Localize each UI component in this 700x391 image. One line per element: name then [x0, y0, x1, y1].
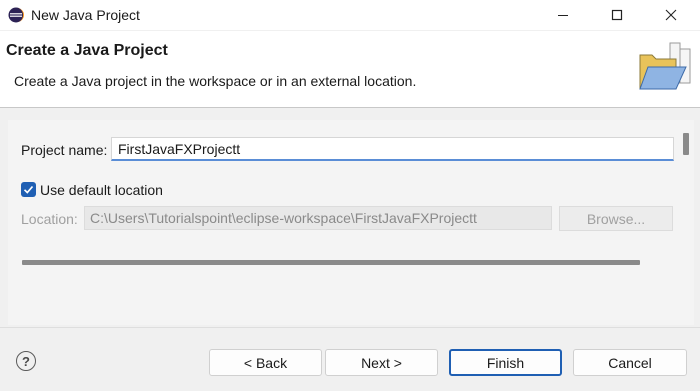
window-title: New Java Project: [31, 7, 140, 23]
minimize-icon: [558, 15, 568, 16]
vertical-scrollbar[interactable]: [683, 133, 689, 155]
checkmark-icon: [23, 185, 34, 194]
use-default-location-label[interactable]: Use default location: [40, 182, 163, 198]
project-name-input[interactable]: [111, 137, 674, 161]
cancel-button[interactable]: Cancel: [573, 349, 687, 376]
minimize-button[interactable]: [540, 0, 586, 30]
close-button[interactable]: [648, 0, 694, 30]
new-java-project-folder-icon: [639, 42, 691, 90]
page-description: Create a Java project in the workspace o…: [14, 73, 417, 89]
location-field: C:\Users\Tutorialspoint\eclipse-workspac…: [84, 206, 552, 230]
use-default-location-checkbox[interactable]: [21, 182, 36, 197]
maximize-icon: [611, 9, 623, 21]
horizontal-scrollbar-thumb[interactable]: [22, 260, 640, 265]
title-bar: New Java Project: [0, 0, 700, 30]
help-icon[interactable]: ?: [16, 351, 36, 371]
finish-button[interactable]: Finish: [449, 349, 562, 376]
location-label: Location:: [21, 211, 78, 227]
project-name-label: Project name:: [21, 142, 108, 158]
next-button[interactable]: Next >: [325, 349, 438, 376]
footer-divider: [0, 327, 700, 328]
wizard-header: Create a Java Project Create a Java proj…: [0, 31, 700, 108]
close-icon: [665, 9, 677, 21]
maximize-button[interactable]: [594, 0, 640, 30]
browse-button: Browse...: [559, 206, 673, 231]
page-title: Create a Java Project: [6, 42, 168, 59]
back-button[interactable]: < Back: [209, 349, 322, 376]
eclipse-icon: [8, 7, 24, 23]
